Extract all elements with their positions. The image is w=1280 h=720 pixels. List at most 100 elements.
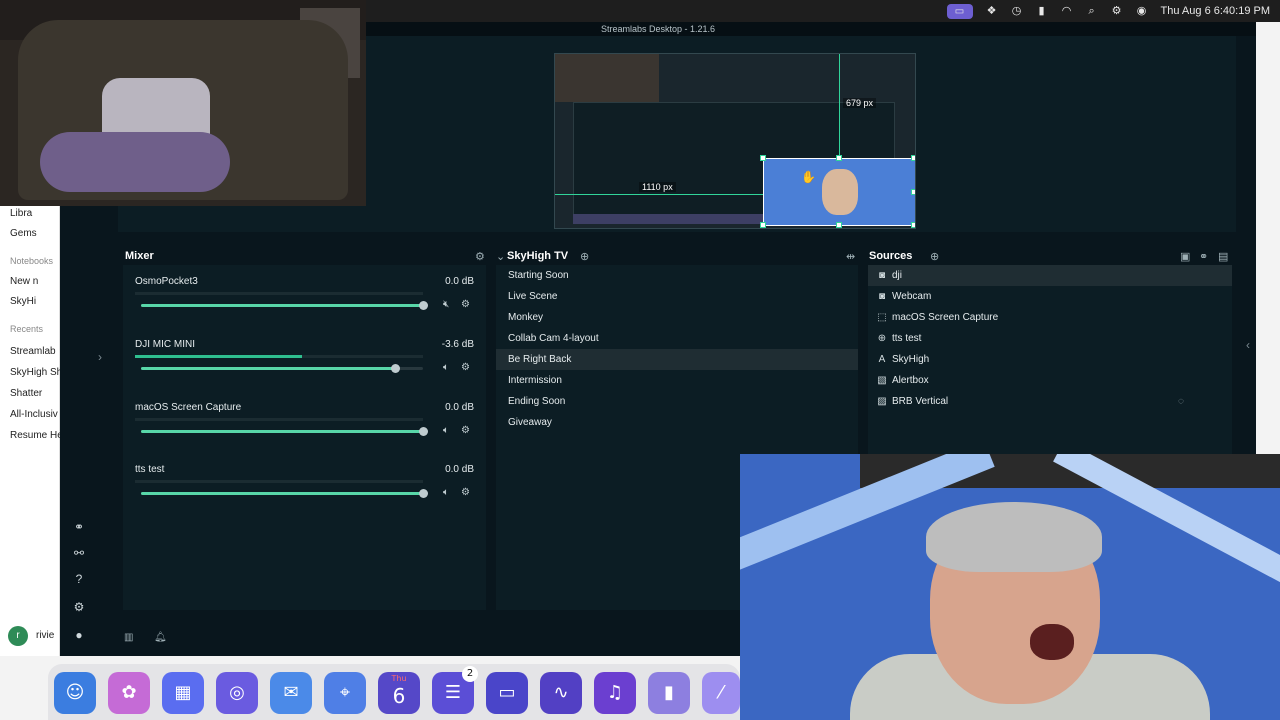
source-item[interactable]: ⊕ tts test [868, 328, 1232, 349]
source-item[interactable]: ◙ Webcam [868, 286, 1232, 307]
add-scene-plus-icon[interactable]: ⊕ [580, 250, 589, 263]
bg-item-skyhigh[interactable]: SkyHi [10, 296, 60, 307]
source-item[interactable]: A SkyHigh [868, 349, 1232, 370]
add-source-plus-icon[interactable]: ⊕ [930, 250, 939, 263]
selected-source-box[interactable] [763, 158, 915, 226]
siri-icon[interactable]: ◉ [1136, 5, 1148, 17]
scene-item[interactable]: Giveaway [496, 412, 858, 433]
resize-handle[interactable] [911, 189, 915, 195]
bg-item-library[interactable]: Libra [10, 208, 60, 219]
scene-item[interactable]: Be Right Back [496, 349, 858, 370]
source-settings-gear-icon[interactable]: ⚙ [461, 425, 470, 436]
scene-item[interactable]: Ending Soon [496, 391, 858, 412]
speaker-icon[interactable]: 🔈︎ [443, 425, 449, 436]
resize-handle[interactable] [760, 155, 766, 161]
sources-title: Sources [869, 250, 913, 262]
muted-speaker-icon[interactable]: 🔇︎ [443, 299, 449, 310]
search-icon[interactable]: ⌕ [1086, 5, 1098, 17]
speaker-icon[interactable]: 🔈︎ [443, 362, 449, 373]
mail-icon[interactable]: ✉ [270, 672, 312, 714]
speaker-icon[interactable]: 🔈︎ [443, 487, 449, 498]
dropbox-icon[interactable]: ❖ [986, 5, 998, 17]
safari-icon[interactable]: ⌖ [324, 672, 366, 714]
source-item[interactable]: ◙ dji [868, 265, 1232, 286]
notes-icon[interactable]: ▭ [486, 672, 528, 714]
source-settings-gear-icon[interactable]: ⚙ [461, 362, 470, 373]
freeform-icon[interactable]: ∿ [540, 672, 582, 714]
bg-recent-item[interactable]: Resume He [10, 430, 60, 441]
pen-app-icon[interactable]: ⁄ [702, 672, 740, 714]
bg-item-gems[interactable]: Gems [10, 228, 60, 239]
bg-item-new-notebook[interactable]: New n [10, 276, 60, 287]
mixer-settings-gear-icon[interactable]: ⚙ [475, 250, 485, 263]
scene-item[interactable]: Collab Cam 4-layout [496, 328, 858, 349]
source-item[interactable]: ▧ Alertbox [868, 370, 1232, 391]
stats-icon[interactable]: ▮ [648, 672, 690, 714]
scene-transitions-icon[interactable]: ⇹ [846, 250, 855, 263]
source-settings-gear-icon[interactable]: ⚙ [461, 487, 470, 498]
source-item[interactable]: ⬚ macOS Screen Capture [868, 307, 1232, 328]
stage-manager-icon[interactable]: ▭ [946, 3, 973, 19]
hidden-eye-icon[interactable]: ◌ [1178, 391, 1184, 412]
scene-collection-title[interactable]: SkyHigh TV [507, 250, 568, 262]
volume-slider-knob[interactable] [419, 489, 428, 498]
highlighter-icon[interactable]: ⚯ [72, 546, 86, 560]
volume-slider[interactable] [141, 489, 428, 498]
user-name[interactable]: rivie [36, 630, 54, 641]
resize-handle[interactable] [760, 222, 766, 228]
music-icon[interactable]: ♫ [594, 672, 636, 714]
finder-icon[interactable]: ☺ [54, 672, 96, 714]
source-item[interactable]: ▨ BRB Vertical ◌ [868, 391, 1232, 412]
calendar-icon[interactable]: Thu 6 [378, 672, 420, 714]
clock-icon[interactable]: ◷ [1011, 5, 1023, 17]
scene-item[interactable]: Monkey [496, 307, 858, 328]
chrome-icon[interactable]: ◎ [216, 672, 258, 714]
profile-icon[interactable]: ● [72, 628, 86, 642]
scene-item[interactable]: Intermission [496, 370, 858, 391]
volume-slider[interactable] [141, 301, 428, 310]
help-icon[interactable]: ? [72, 572, 86, 586]
add-group-icon[interactable]: ▣ [1180, 250, 1190, 263]
bg-recent-item[interactable]: SkyHigh Sh [10, 367, 60, 378]
photos-icon[interactable]: ✿ [108, 672, 150, 714]
settings-gear-icon[interactable]: ⚙ [72, 600, 86, 614]
performance-icon[interactable]: ▥ [124, 632, 133, 643]
studio-mode-icon[interactable]: ⚭ [72, 520, 86, 534]
wifi-icon[interactable]: ◠ [1061, 5, 1073, 17]
bg-recent-item[interactable]: All-Inclusiv [10, 409, 60, 420]
reminders-icon[interactable]: ☰ 2 [432, 666, 478, 714]
preview-face [822, 169, 858, 215]
mixer-source-name: tts test [135, 464, 165, 475]
notification-bell-icon[interactable]: 🔔︎ [154, 632, 167, 643]
volume-slider-knob[interactable] [390, 364, 400, 373]
mixer-db-value: -3.6 dB [441, 339, 474, 350]
chevron-down-icon[interactable]: ⌄ [496, 250, 505, 263]
link-icon[interactable]: ⚭ [1199, 250, 1208, 263]
battery-icon[interactable]: ▮ [1036, 5, 1048, 17]
volume-slider[interactable] [141, 364, 423, 373]
snap-guide-vertical [839, 54, 840, 158]
bg-recent-item[interactable]: Shatter [10, 388, 60, 399]
volume-slider-knob[interactable] [419, 301, 428, 310]
scene-item[interactable]: Starting Soon [496, 265, 858, 286]
bg-recents-header: Recents [10, 324, 44, 334]
control-center-icon[interactable]: ⚙ [1111, 5, 1123, 17]
resize-handle[interactable] [911, 222, 915, 228]
avatar[interactable]: r [8, 626, 28, 646]
bg-recent-item[interactable]: Streamlab [10, 346, 60, 357]
source-settings-gear-icon[interactable]: ⚙ [461, 299, 470, 310]
resize-handle[interactable] [911, 155, 915, 161]
launchpad-icon[interactable]: ▦ [162, 672, 204, 714]
scene-item[interactable]: Live Scene [496, 286, 858, 307]
source-label: Webcam [892, 291, 932, 302]
folder-icon[interactable]: ▤ [1218, 250, 1228, 263]
volume-meter-fill [135, 355, 303, 358]
preview-canvas[interactable]: 679 px 1110 px ✋ [554, 53, 916, 229]
menu-clock[interactable]: Thu Aug 6 6:40:19 PM [1161, 5, 1270, 17]
resize-handle[interactable] [836, 222, 842, 228]
collapse-chevron-icon[interactable]: ‹ [1246, 338, 1250, 352]
expand-chevron-icon[interactable]: › [98, 350, 102, 364]
volume-slider-knob[interactable] [419, 427, 428, 436]
resize-handle[interactable] [836, 155, 842, 161]
volume-slider[interactable] [141, 427, 428, 436]
